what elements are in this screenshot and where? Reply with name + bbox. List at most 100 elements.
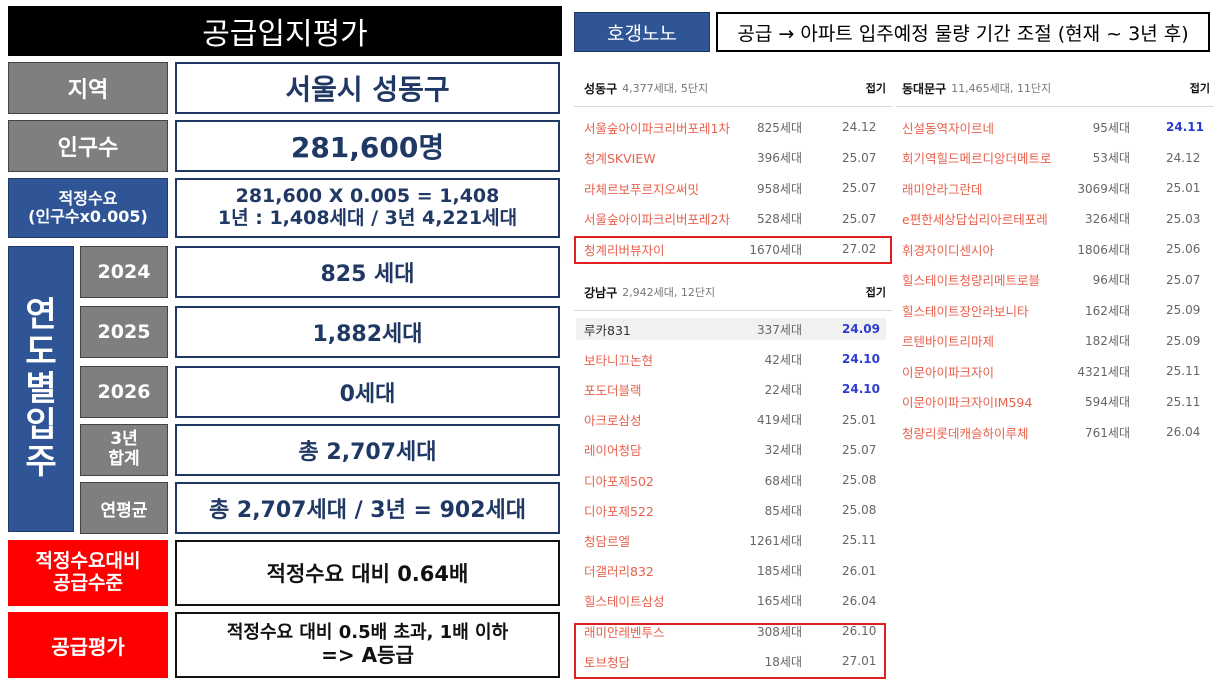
complex-name[interactable]: 르텐바이트리마제 [902, 331, 994, 350]
page-title: 공급입지평가 [8, 6, 562, 56]
move-in-date: 25.11 [842, 533, 877, 548]
complex-name[interactable]: 청계SKVIEW [584, 148, 656, 167]
household-count: 3069세대 [1077, 181, 1130, 196]
complex-name[interactable]: 이문아이파크자이 [902, 362, 994, 381]
complex-row[interactable]: 루카831 337세대 24.09 [576, 318, 886, 340]
move-in-date: 25.03 [1166, 211, 1201, 226]
year-2024-label: 2024 [80, 246, 168, 298]
eval-label-text: 공급평가 [51, 634, 125, 659]
total-label-line1: 3년 [110, 429, 138, 450]
complex-name[interactable]: 힐스테이트청량리메트로블 [902, 270, 1040, 289]
household-count: 337세대 [757, 322, 802, 337]
complex-row[interactable]: 휘경자이디센시아 1806세대 25.06 [894, 238, 1210, 260]
complex-name[interactable]: 힐스테이트삼성 [584, 591, 665, 610]
move-in-date: 24.11 [1166, 120, 1204, 134]
complex-row[interactable]: 포도더블랙 22세대 24.10 [576, 378, 886, 400]
move-in-date: 25.01 [1166, 181, 1201, 195]
complex-name[interactable]: 디아포제502 [584, 471, 654, 490]
move-in-date: 24.09 [842, 322, 880, 336]
complex-row[interactable]: 디아포제502 68세대 25.08 [576, 469, 886, 491]
complex-row[interactable]: 보타니끄논현 42세대 24.10 [576, 348, 886, 370]
complex-row[interactable]: 래미안라그란데 3069세대 25.01 [894, 177, 1210, 199]
district-info: 11,465세대, 11단지 [951, 82, 1052, 95]
complex-name[interactable]: 서울숲아이파크리버포레1차 [584, 118, 730, 137]
district-name: 강남구 [584, 285, 618, 300]
divider [574, 106, 892, 107]
household-count: 761세대 [1085, 425, 1130, 440]
household-count: 528세대 [757, 212, 802, 226]
complex-name[interactable]: 래미안라그란데 [902, 179, 983, 198]
complex-row[interactable]: e편한세상답십리아르테포레 326세대 25.03 [894, 208, 1210, 230]
avg-value-text: 총 2,707세대 / 3년 = 902세대 [208, 498, 527, 523]
yearly-label-char: 도 [25, 331, 57, 372]
district-name: 동대문구 [902, 81, 947, 96]
fold-toggle[interactable]: 접기 [1190, 80, 1210, 96]
complex-row[interactable]: 이문아이파크자이IM594 594세대 25.11 [894, 391, 1210, 413]
complex-name[interactable]: 더갤러리832 [584, 561, 654, 580]
household-count: 42세대 [764, 352, 802, 367]
district-info: 2,942세대, 12단지 [622, 286, 716, 299]
complex-row[interactable]: 디아포제522 85세대 25.08 [576, 499, 886, 521]
complex-name[interactable]: 레이어청담 [584, 440, 642, 459]
complex-row[interactable]: 회기역힐드메르디앙더메트로 53세대 24.12 [894, 147, 1210, 169]
ratio-label-line2: 공급수준 [53, 572, 123, 594]
complex-name[interactable]: 휘경자이디센시아 [902, 240, 994, 259]
complex-row[interactable]: 레이어청담 32세대 25.07 [576, 439, 886, 461]
yearly-label-char: 연 [25, 295, 57, 336]
complex-name[interactable]: 힐스테이트장안라보니타 [902, 301, 1029, 320]
complex-row[interactable]: 청담르엘 1261세대 25.11 [576, 529, 886, 551]
move-in-date: 26.04 [1166, 425, 1201, 439]
supply-evaluation-value: 적정수요 대비 0.5배 초과, 1배 이하 => A등급 [175, 612, 560, 678]
move-in-date: 24.12 [1166, 150, 1201, 165]
complex-name[interactable]: 청담르엘 [584, 531, 630, 550]
year-label-text: 2024 [97, 261, 151, 283]
fold-toggle[interactable]: 접기 [866, 80, 886, 96]
household-count: 162세대 [1085, 303, 1130, 318]
complex-row[interactable]: 이문아이파크자이 4321세대 25.11 [894, 360, 1210, 382]
move-in-date: 25.06 [1166, 242, 1201, 256]
complex-name[interactable]: 루카831 [584, 320, 631, 339]
desc-text: 공급 → 아파트 입주예정 물량 기간 조절 (현재 ~ 3년 후) [737, 22, 1189, 45]
year-value-text: 0세대 [339, 382, 396, 407]
complex-row[interactable]: 르텐바이트리마제 182세대 25.09 [894, 330, 1210, 352]
complex-row[interactable]: 힐스테이트삼성 165세대 26.04 [576, 590, 886, 612]
move-in-date: 24.10 [842, 352, 880, 367]
move-in-date: 24.12 [842, 120, 877, 134]
household-count: 53세대 [1092, 151, 1130, 165]
three-year-total-label: 3년 합계 [80, 424, 168, 476]
yearly-supply-label: 연 도 별 입 주 [8, 246, 74, 532]
complex-row[interactable]: 라체르보푸르지오써밋 958세대 25.07 [576, 177, 886, 199]
complex-name[interactable]: 이문아이파크자이IM594 [902, 392, 1032, 411]
move-in-date: 25.01 [842, 412, 877, 427]
complex-row[interactable]: 더갤러리832 185세대 26.01 [576, 560, 886, 582]
supply-evaluation-label: 공급평가 [8, 612, 168, 678]
complex-row[interactable]: 서울숲아이파크리버포레2차 528세대 25.07 [576, 208, 886, 230]
complex-row[interactable]: 서울숲아이파크리버포레1차 825세대 24.12 [576, 116, 886, 138]
hogangnono-tag: 호갱노노 [574, 12, 710, 52]
complex-row[interactable]: 청량리롯데캐슬하이루체 761세대 26.04 [894, 421, 1210, 443]
divider [574, 310, 892, 311]
complex-name[interactable]: e편한세상답십리아르테포레 [902, 209, 1048, 228]
year-value-text: 825 세대 [320, 262, 415, 287]
population-label: 인구수 [8, 120, 168, 172]
demand-label-line1: 적정수요 [58, 188, 118, 208]
complex-row[interactable]: 힐스테이트장안라보니타 162세대 25.09 [894, 299, 1210, 321]
complex-name[interactable]: 라체르보푸르지오써밋 [584, 179, 699, 198]
complex-name[interactable]: 보타니끄논현 [584, 350, 653, 369]
complex-name[interactable]: 청량리롯데캐슬하이루체 [902, 423, 1029, 442]
complex-name[interactable]: 회기역힐드메르디앙더메트로 [902, 148, 1052, 167]
complex-name[interactable]: 서울숲아이파크리버포레2차 [584, 209, 730, 228]
year-label-text: 2026 [97, 381, 151, 403]
fold-toggle[interactable]: 접기 [866, 284, 886, 300]
complex-row[interactable]: 신설동역자이르네 95세대 24.11 [894, 116, 1210, 138]
household-count: 95세대 [1092, 120, 1130, 135]
move-in-date: 25.11 [1166, 394, 1201, 409]
complex-name[interactable]: 디아포제522 [584, 501, 654, 520]
household-count: 594세대 [1085, 395, 1130, 409]
complex-name[interactable]: 포도더블랙 [584, 380, 642, 399]
complex-row[interactable]: 청계SKVIEW 396세대 25.07 [576, 147, 886, 169]
complex-row[interactable]: 아크로삼성 419세대 25.01 [576, 409, 886, 431]
complex-name[interactable]: 아크로삼성 [584, 410, 642, 429]
complex-row[interactable]: 힐스테이트청량리메트로블 96세대 25.07 [894, 269, 1210, 291]
complex-name[interactable]: 신설동역자이르네 [902, 118, 994, 137]
